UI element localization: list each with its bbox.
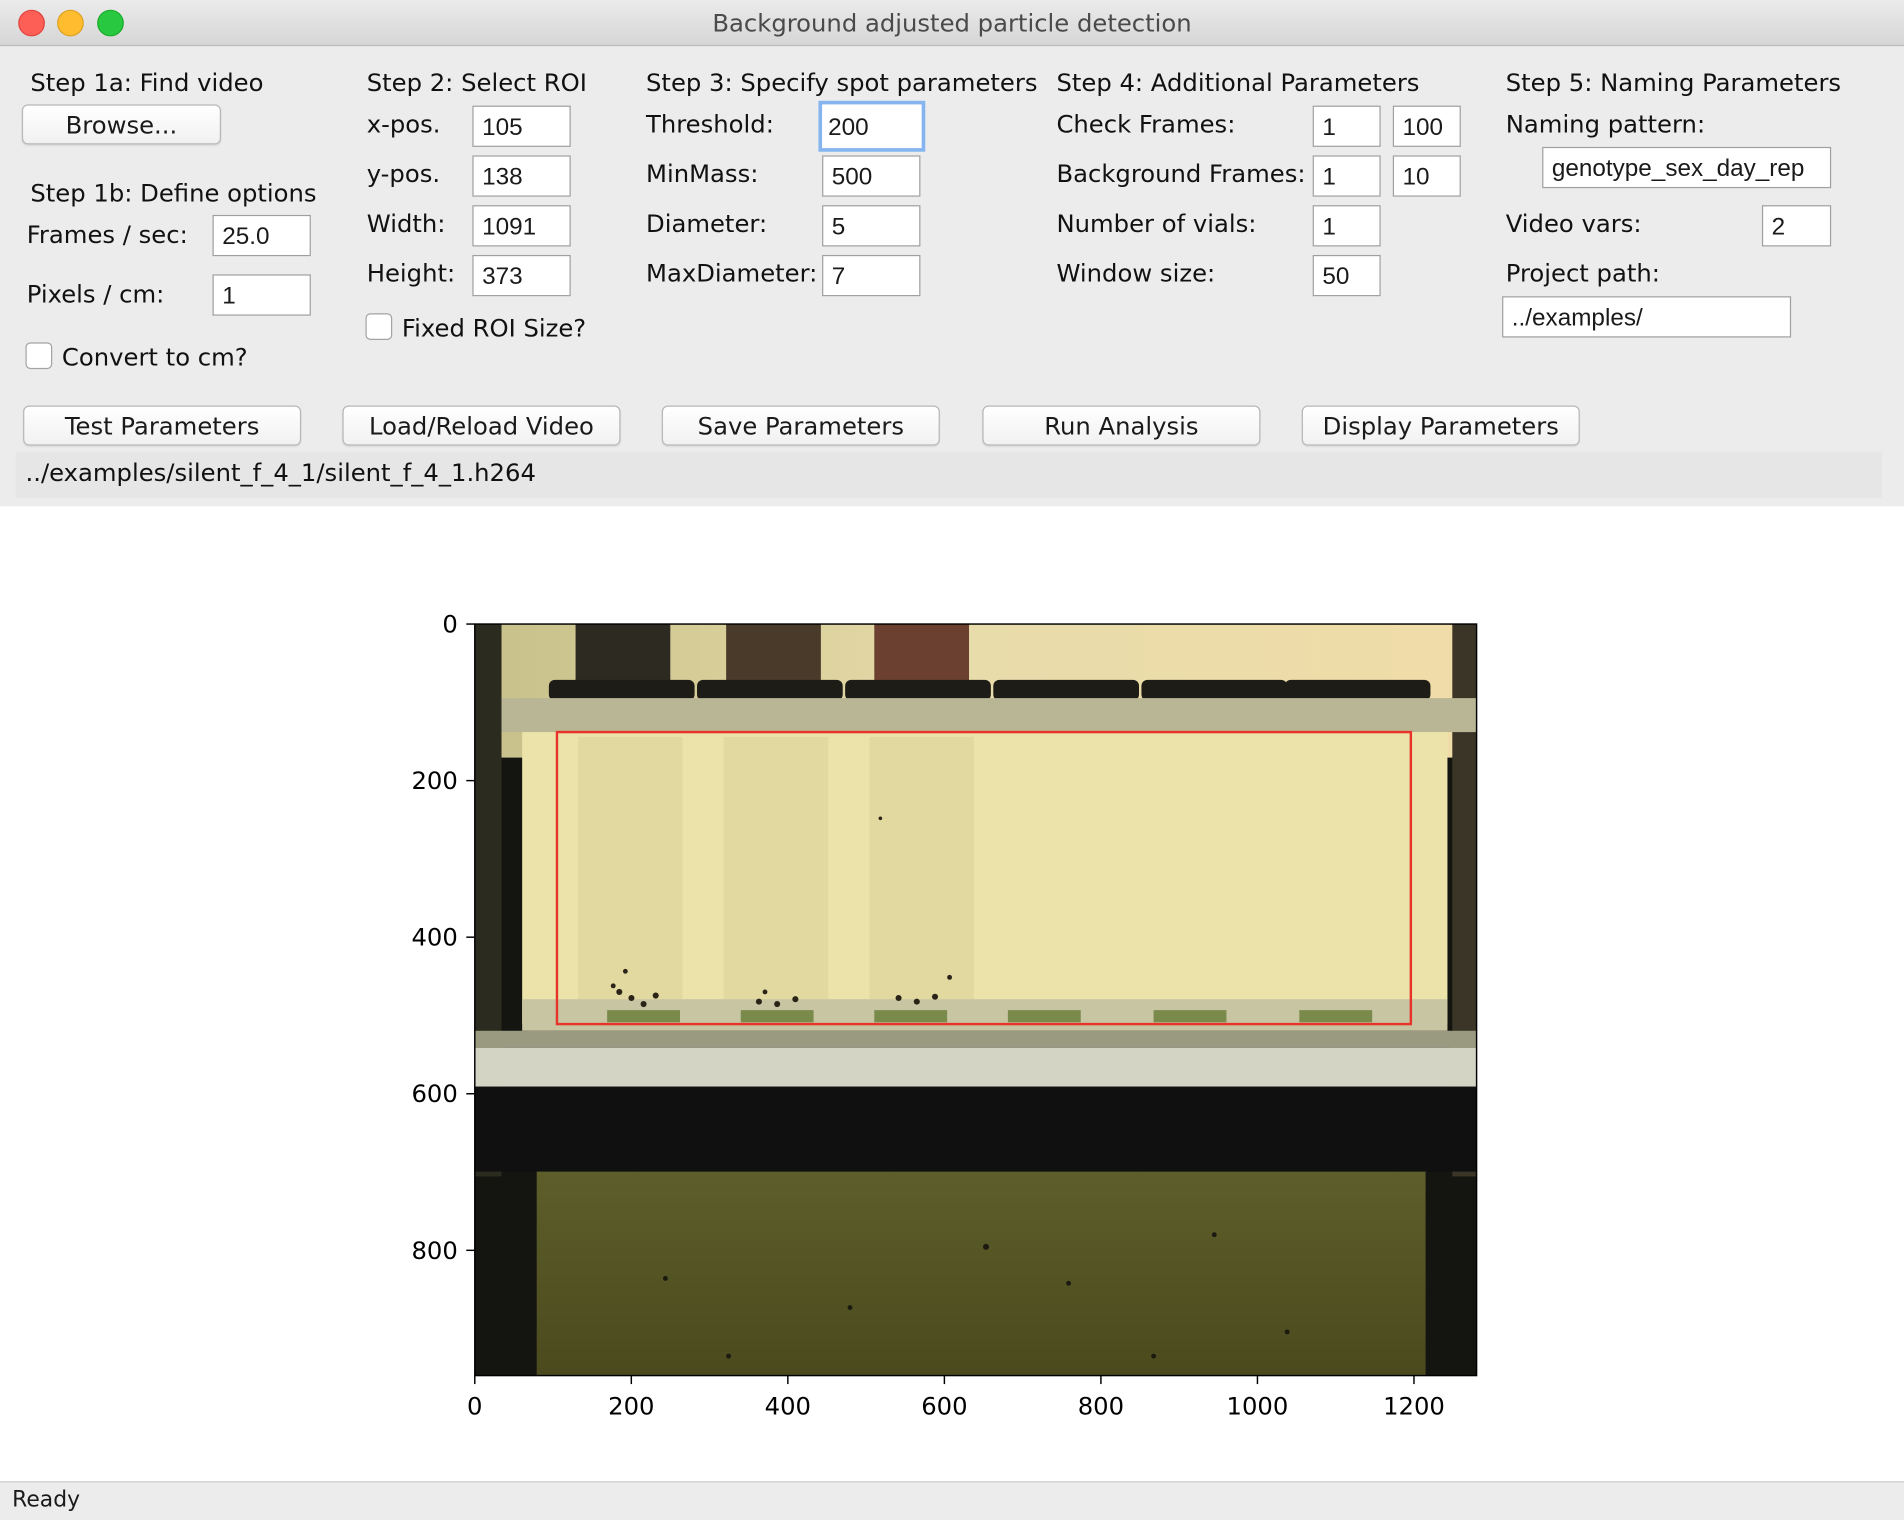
- x-tick-label: 1000: [1227, 1391, 1289, 1420]
- project-path-input[interactable]: ../examples/: [1502, 296, 1792, 338]
- check-frames-label: Check Frames:: [1056, 109, 1236, 139]
- convert-to-cm-checkbox[interactable]: [25, 342, 53, 370]
- background-frames-end-input[interactable]: 10: [1392, 155, 1461, 197]
- video-path-bar: ../examples/silent_f_4_1/silent_f_4_1.h2…: [15, 451, 1883, 498]
- minmass-label: MinMass:: [646, 159, 759, 189]
- x-pos-label: x-pos.: [366, 109, 441, 139]
- project-path-label: Project path:: [1505, 258, 1660, 288]
- step1a-heading: Step 1a: Find video: [30, 67, 264, 98]
- fixed-roi-label: Fixed ROI Size?: [401, 313, 587, 343]
- maxdiameter-label: MaxDiameter:: [646, 258, 818, 288]
- load-video-button[interactable]: Load/Reload Video: [342, 405, 621, 446]
- x-tick-label: 600: [921, 1391, 967, 1420]
- fixed-roi-checkbox[interactable]: [365, 313, 393, 340]
- browse-button[interactable]: Browse...: [21, 104, 222, 145]
- diameter-label: Diameter:: [646, 208, 768, 238]
- naming-pattern-input[interactable]: genotype_sex_day_rep: [1542, 146, 1832, 189]
- x-tick-label: 400: [765, 1391, 811, 1420]
- y-tick-label: 400: [411, 923, 457, 952]
- number-of-vials-input[interactable]: 1: [1312, 205, 1381, 247]
- x-tick-label: 800: [1078, 1391, 1124, 1420]
- check-frames-start-input[interactable]: 1: [1312, 105, 1381, 147]
- window-size-input[interactable]: 50: [1312, 254, 1381, 297]
- status-bar: Ready: [0, 1481, 1904, 1520]
- maxdiameter-input[interactable]: 7: [822, 254, 921, 297]
- step3-heading: Step 3: Specify spot parameters: [646, 67, 1038, 98]
- title-bar: Background adjusted particle detection: [0, 0, 1904, 47]
- fps-input[interactable]: 25.0: [212, 214, 311, 257]
- x-tick-label: 200: [608, 1391, 654, 1420]
- y-tick-label: 800: [411, 1236, 457, 1265]
- plot-canvas[interactable]: 0 200 400 600 800 1000 1200 0 200 400 600 800: [0, 506, 1904, 1482]
- diameter-input[interactable]: 5: [822, 205, 921, 247]
- y-pos-label: y-pos.: [366, 159, 441, 189]
- y-tick-label: 200: [411, 766, 457, 795]
- background-frames-label: Background Frames:: [1056, 159, 1306, 189]
- window-size-label: Window size:: [1056, 258, 1216, 288]
- x-pos-input[interactable]: 105: [472, 105, 571, 147]
- threshold-label: Threshold:: [646, 109, 774, 139]
- roi-height-label: Height:: [366, 258, 456, 288]
- check-frames-end-input[interactable]: 100: [1392, 105, 1461, 147]
- threshold-input[interactable]: 200: [818, 100, 926, 152]
- video-frame-image: [474, 624, 1477, 1376]
- x-tick-label: 0: [467, 1391, 482, 1420]
- step4-heading: Step 4: Additional Parameters: [1056, 67, 1420, 98]
- y-tick-label: 600: [411, 1079, 457, 1108]
- pixels-per-cm-input[interactable]: 1: [212, 274, 311, 316]
- display-parameters-button[interactable]: Display Parameters: [1301, 405, 1580, 446]
- status-text: Ready: [12, 1487, 81, 1513]
- minmass-input[interactable]: 500: [822, 155, 921, 197]
- y-tick-label: 0: [442, 610, 457, 639]
- video-path-text: ../examples/silent_f_4_1/silent_f_4_1.h2…: [25, 457, 536, 487]
- video-vars-input[interactable]: 2: [1761, 205, 1832, 247]
- convert-to-cm-label: Convert to cm?: [61, 342, 248, 372]
- background-frames-start-input[interactable]: 1: [1312, 155, 1381, 197]
- fps-label: Frames / sec:: [26, 219, 188, 249]
- roi-preview-plot: 0 200 400 600 800 1000 1200 0 200 400 600 800: [411, 610, 1478, 1420]
- y-pos-input[interactable]: 138: [472, 155, 571, 197]
- app-window: Background adjusted particle detection S…: [0, 0, 1904, 1520]
- pixels-per-cm-label: Pixels / cm:: [26, 279, 165, 309]
- roi-width-input[interactable]: 1091: [472, 205, 571, 247]
- naming-pattern-label: Naming pattern:: [1505, 109, 1706, 139]
- run-analysis-button[interactable]: Run Analysis: [982, 405, 1261, 446]
- vial-tubes: [578, 736, 974, 1019]
- step2-heading: Step 2: Select ROI: [366, 67, 587, 98]
- video-vars-label: Video vars:: [1505, 208, 1642, 238]
- roi-height-input[interactable]: 373: [472, 254, 571, 297]
- number-of-vials-label: Number of vials:: [1056, 208, 1257, 238]
- test-parameters-button[interactable]: Test Parameters: [23, 405, 302, 446]
- step5-heading: Step 5: Naming Parameters: [1505, 67, 1842, 98]
- save-parameters-button[interactable]: Save Parameters: [661, 405, 940, 446]
- x-tick-label: 1200: [1383, 1391, 1445, 1420]
- step1b-heading: Step 1b: Define options: [30, 178, 317, 208]
- roi-width-label: Width:: [366, 208, 446, 238]
- window-title: Background adjusted particle detection: [712, 8, 1192, 38]
